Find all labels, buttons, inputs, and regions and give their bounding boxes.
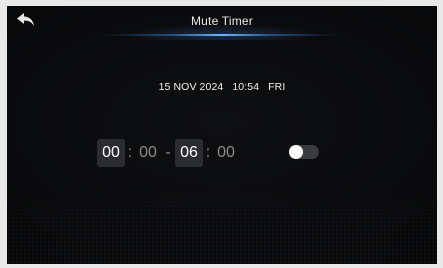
header-bar: Mute Timer [7,6,437,40]
toggle-knob [289,145,303,159]
header-glow-line [102,34,342,36]
day-text: FRI [268,81,286,93]
background-mesh [7,172,437,264]
end-hour-field[interactable]: 06 [175,139,203,167]
mute-timer-screen: Mute Timer 15 NOV 2024 10:54 FRI 00 : 00… [7,6,437,264]
start-minute-field[interactable]: 00 [135,139,161,167]
end-time-separator: : [205,144,211,161]
date-text: 15 NOV 2024 [158,81,224,93]
range-separator: - [165,144,171,161]
page-title: Mute Timer [190,14,253,28]
end-minute-field[interactable]: 00 [213,139,239,167]
mute-timer-toggle[interactable] [289,145,319,159]
start-hour-field[interactable]: 00 [97,139,125,167]
time-text: 10:54 [232,81,260,93]
current-datetime: 15 NOV 2024 10:54 FRI [7,81,437,93]
timer-range: 00 : 00 - 06 : 00 [97,138,239,168]
start-time-separator: : [127,144,133,161]
